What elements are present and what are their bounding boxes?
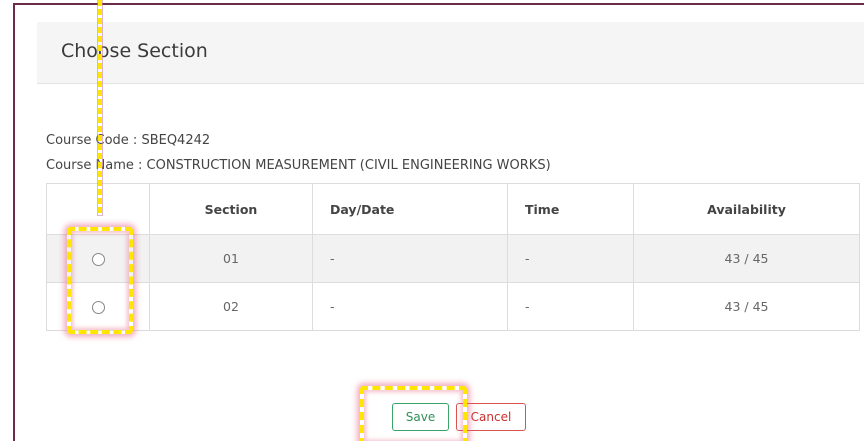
course-code: Course Code : SBEQ4242	[46, 133, 211, 148]
screen: Choose Section Course Code : SBEQ4242 Co…	[0, 0, 864, 441]
table-row[interactable]: 02 - - 43 / 45	[46, 282, 860, 331]
availability-cell: 43 / 45	[633, 234, 860, 283]
course-name: Course Name : CONSTRUCTION MEASUREMENT (…	[46, 158, 551, 173]
section-cell: 01	[149, 234, 313, 283]
dialog-header: Choose Section	[37, 22, 864, 84]
section-cell: 02	[149, 282, 313, 331]
save-button[interactable]: Save	[392, 403, 449, 431]
day-date-cell: -	[312, 234, 508, 283]
annotation-pointer-line	[98, 0, 102, 215]
header-section: Section	[149, 183, 313, 235]
header-time: Time	[507, 183, 634, 235]
section-01-radio[interactable]	[91, 253, 105, 266]
day-date-cell: -	[312, 282, 508, 331]
header-availability: Availability	[633, 183, 860, 235]
table-header-row: Section Day/Date Time Availability	[46, 183, 860, 235]
time-cell: -	[507, 234, 634, 283]
table-row[interactable]: 01 - - 43 / 45	[46, 234, 860, 283]
time-cell: -	[507, 282, 634, 331]
sections-table: Section Day/Date Time Availability 01 - …	[46, 183, 860, 331]
dialog-title: Choose Section	[61, 40, 208, 62]
header-day-date: Day/Date	[312, 183, 508, 235]
availability-cell: 43 / 45	[633, 282, 860, 331]
cancel-button[interactable]: Cancel	[456, 403, 526, 431]
select-cell	[46, 234, 150, 283]
section-02-radio[interactable]	[91, 301, 105, 314]
select-cell	[46, 282, 150, 331]
